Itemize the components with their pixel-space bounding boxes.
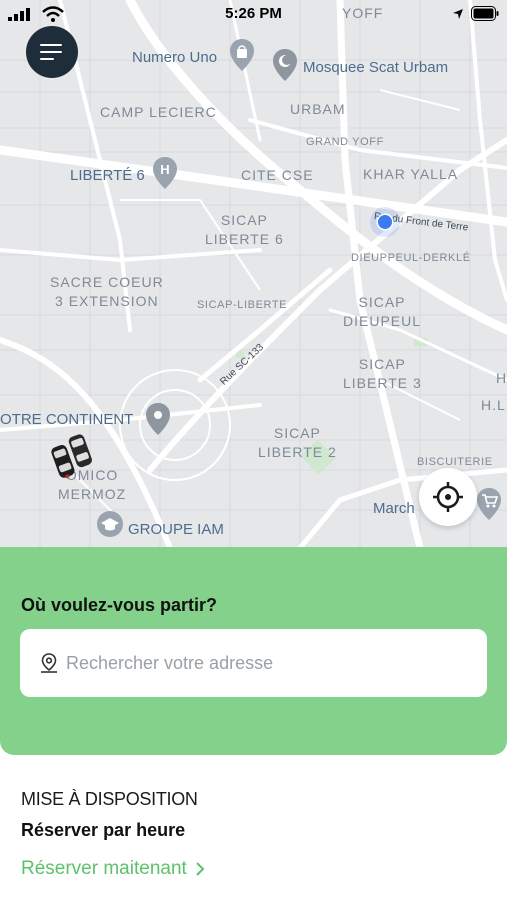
destination-panel: Où voulez-vous partir? [0, 547, 507, 755]
map-label-khar-yalla: KHAR YALLA [363, 166, 459, 182]
map-label-sicap-liberte3: SICAP LIBERTE 3 [343, 356, 422, 391]
battery-icon [471, 6, 499, 21]
map-label-h: H [496, 370, 507, 386]
current-location-dot [370, 207, 400, 237]
location-pin-icon [41, 653, 57, 673]
hospital-pin-icon[interactable]: H [152, 156, 178, 190]
address-search-box[interactable] [20, 629, 487, 697]
map-label-sicap-liberte2: SICAP LIBERTE 2 [258, 425, 337, 460]
map-label-hl: H.L [481, 397, 506, 413]
panel-title: Où voulez-vous partir? [21, 595, 218, 615]
map-label-urbam: URBAM [290, 101, 346, 117]
address-search-input[interactable] [66, 652, 466, 674]
book-now-label: Réserver maitenant [21, 858, 187, 879]
map-label-groupe-iam: GROUPE IAM [128, 521, 224, 538]
map-view[interactable]: YOFF Numero Uno Mosquee Scat Urbam CAMP … [0, 0, 507, 548]
menu-button[interactable] [26, 26, 78, 78]
chevron-right-icon [196, 862, 205, 876]
map-label-cite-cse: CITE CSE [241, 167, 314, 183]
car-icon[interactable] [48, 434, 96, 480]
svg-text:H: H [160, 162, 169, 177]
map-label-sicap-dieupeul: SICAP DIEUPEUL [343, 294, 422, 329]
crosshair-icon [433, 482, 463, 512]
book-now-link[interactable]: Réserver maitenant [21, 858, 205, 880]
school-pin-icon[interactable] [96, 510, 124, 540]
map-label-sacre-coeur: SACRE COEUR 3 EXTENSION [50, 274, 164, 309]
map-label-dieuppeul-derkle: DIEUPPEUL-DERKLÉ [351, 252, 471, 264]
map-label-numero-uno: Numero Uno [132, 49, 218, 66]
status-time: 5:26 PM [225, 5, 282, 22]
location-arrow-icon [453, 9, 463, 19]
shopping-bag-pin-icon[interactable] [229, 38, 255, 72]
section-title: Réserver par heure [21, 820, 186, 840]
status-bar: 5:26 PM [0, 0, 507, 28]
map-label-notre-continent: OTRE CONTINENT [0, 411, 134, 428]
location-pin-icon[interactable] [145, 402, 171, 436]
map-label-march: March [373, 500, 415, 517]
map-label-mosquee: Mosquee Scat Urbam [303, 59, 449, 76]
map-label-sicap-liberte: SICAP-LIBERTE [197, 299, 288, 311]
locate-me-button[interactable] [419, 468, 477, 526]
map-label-camp-leclerc: CAMP LECIERC [100, 104, 217, 120]
map-label-sicap-liberte6: SICAP LIBERTE 6 [205, 212, 284, 247]
mosque-pin-icon[interactable] [272, 48, 298, 82]
map-label-grand-yoff: GRAND YOFF [306, 136, 384, 148]
shopping-cart-pin-icon[interactable] [476, 487, 502, 521]
menu-icon [40, 44, 62, 60]
map-label-liberte6-poi: LIBERTÉ 6 [70, 167, 145, 184]
section-label: MISE À DISPOSITION [21, 789, 198, 809]
